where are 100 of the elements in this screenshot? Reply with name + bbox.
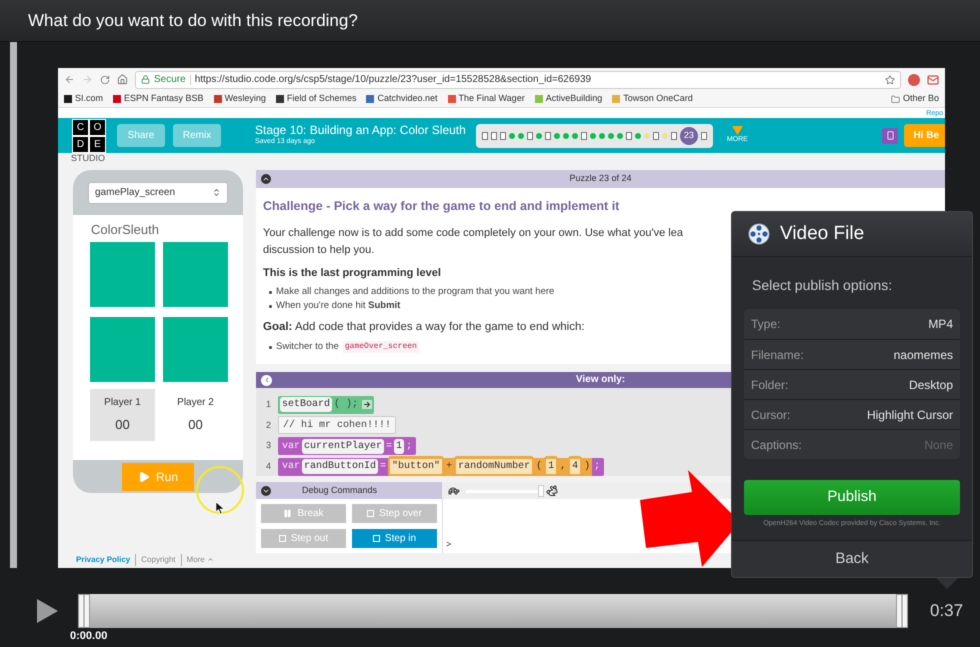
page-icon[interactable] [580,132,587,140]
collapse-icon[interactable] [261,174,271,184]
phone-button[interactable] [882,128,898,144]
address-bar[interactable]: Secure https://studio.code.org/s/csp5/stage/10/puzzle/23?user_id=15528528&section_id=626939 [135,70,901,88]
code-text: // hi mr cohen!!!! [282,418,392,433]
page-icon[interactable] [670,132,677,140]
subheading: This is the last programming level [263,266,441,281]
option-value: Highlight Cursor [866,406,953,424]
puzzle-counter: Puzzle 23 of 24 [569,172,632,186]
play-icon [138,470,150,482]
code-slot: 4 [568,456,582,476]
mail-icon[interactable] [927,74,939,86]
option-row[interactable]: Type: MP4 [744,309,960,339]
bullet-icon [269,346,272,349]
collapse-icon[interactable] [261,486,271,496]
code-slot: currentPlayer [302,438,384,454]
back-icon[interactable] [64,74,75,85]
option-value: MP4 [928,316,953,333]
trim-handle[interactable] [896,594,908,628]
code-text: var [281,440,302,454]
player-score: 00 [188,416,203,434]
page-icon[interactable] [652,132,659,140]
timeline-scrubber[interactable] [78,594,908,628]
logo-letter: C [72,118,89,136]
inline-code: gameOver_screen [342,341,419,354]
option-row[interactable]: Folder: Desktop [744,369,960,399]
bookmark-link[interactable]: The Final Wager [458,92,525,106]
goal-text: Goal: Add code that provides a way for the game to end which: [263,320,585,336]
code-text: + [444,458,454,476]
page-icon[interactable] [626,132,632,140]
bullet-text: When you're done hit Submit [276,299,400,314]
option-value: Desktop [908,376,953,394]
bookmark-link[interactable]: SI.com [75,92,104,106]
player-label: Player 2 [177,396,214,410]
code-text: ) [582,458,592,476]
current-time: 0:00.00 [70,630,108,643]
collapse-icon[interactable] [261,374,272,386]
lock-icon [141,75,150,84]
challenge-heading: Challenge - Pick a way for the game to end and implement it [263,198,620,215]
option-row[interactable]: Cursor: Highlight Cursor [744,399,960,429]
duration-label: 0:37 [930,600,964,622]
code-text: = [385,440,394,454]
option-label: Folder: [751,376,788,394]
bookmark-link[interactable]: Wesleying [224,92,266,106]
panel-prompt: Select publish options: [752,276,894,295]
speed-slider[interactable] [466,484,544,497]
bookmark-link[interactable]: ActiveBuilding [546,92,602,106]
page-icon[interactable] [544,132,551,140]
extension-icon[interactable] [908,74,920,86]
step-icon [372,535,380,542]
select-arrows-icon [212,188,221,197]
bullet-icon [269,291,272,294]
bullet-text: Switcher to the [276,340,339,354]
code-text: var [281,460,302,474]
playhead-handle[interactable] [78,594,90,628]
home-icon[interactable] [117,74,128,85]
code-slot: setBoard [280,397,332,412]
color-tile[interactable] [163,317,228,382]
code-text: ; [405,440,414,454]
rabbit-icon [546,484,558,497]
bookmark-folder[interactable]: Other Bo [902,92,939,106]
star-icon[interactable] [885,74,895,84]
color-tile[interactable] [90,242,155,307]
page-icon[interactable] [526,132,533,140]
option-row[interactable]: Filename: naomemes [744,339,960,369]
bookmark-link[interactable]: Field of Schemes [286,92,356,106]
option-label: Cursor: [751,406,790,424]
logo-subtitle: STUDIO [71,153,106,163]
page-icon[interactable] [700,132,707,140]
line-number: 2 [264,418,272,432]
publish-button[interactable]: Publish [744,480,960,515]
instructions-text: Your challenge now is to add some code completely on your own. Use what you've lea [263,226,683,241]
secure-label: Secure [154,73,186,87]
code-slot: randButtonId [302,459,378,474]
option-label: Filename: [751,346,804,364]
step-icon [367,510,374,517]
caret-icon [206,556,214,563]
reload-icon[interactable] [100,74,110,84]
code-text: ; [593,460,602,474]
code-slot: "button" [388,456,444,476]
code-text: ( ); [333,398,360,412]
option-value: naomemes [894,346,953,364]
current-puzzle-badge[interactable]: 23 [680,126,698,144]
window-title: What do you want to do with this recording? [28,10,358,32]
url-text: https://studio.code.org/s/csp5/stage/10/puzzle/23?user_id=15528528&section_id=626939 [194,73,592,87]
step-icon [278,535,286,542]
bullet-icon [269,305,272,308]
stage-title: Stage 10: Building an App: Color Sleuth [255,123,466,138]
code-text: , [558,458,568,476]
logo-letter: O [89,118,106,136]
screen-select[interactable]: gamePlay_screen [88,182,228,204]
bookmark-link[interactable]: Towson OneCard [623,92,693,106]
bookmark-link[interactable]: ESPN Fantasy BSB [124,92,204,106]
color-tile[interactable] [90,317,155,382]
play-icon[interactable] [37,599,58,623]
color-tile[interactable] [163,242,228,307]
logo-letter: E [89,136,106,152]
player-label: Player 1 [104,396,141,410]
bookmark-link[interactable]: Catchvideo.net [377,92,438,106]
option-label: Captions: [751,436,802,454]
